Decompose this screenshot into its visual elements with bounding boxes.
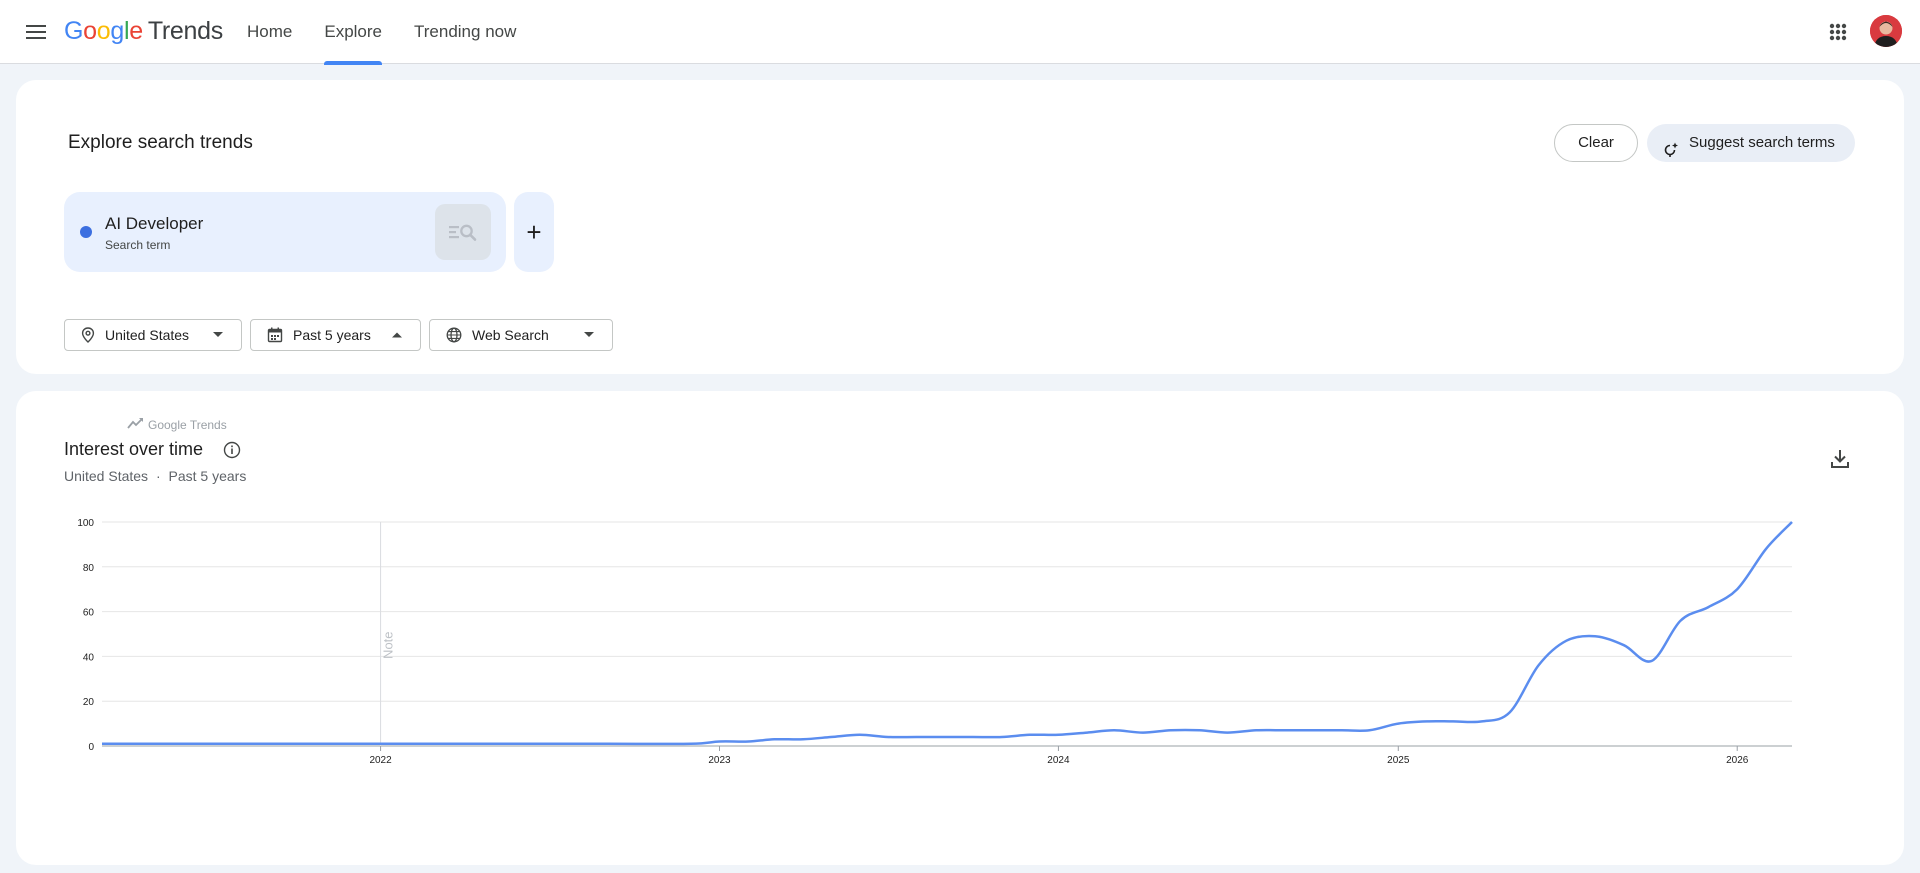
google-trends-watermark: Google Trends bbox=[127, 418, 227, 432]
chart-annotations: Note bbox=[380, 522, 396, 746]
x-tick-label-2025: 2025 bbox=[1387, 755, 1410, 766]
y-axis-ticks: 0 20 40 60 80 100 bbox=[77, 518, 94, 753]
clear-button[interactable]: Clear bbox=[1554, 124, 1638, 162]
suggest-search-terms-button[interactable]: Suggest search terms bbox=[1647, 124, 1855, 162]
interest-over-time-card: Interest over time United States · Past … bbox=[16, 391, 1904, 865]
apps-grid-icon[interactable] bbox=[1824, 18, 1852, 46]
term-color-dot bbox=[80, 226, 92, 238]
y-tick-label-0: 0 bbox=[88, 742, 94, 753]
google-trends-logo[interactable]: Google Trends bbox=[64, 17, 223, 46]
suggest-label: Suggest search terms bbox=[1689, 134, 1835, 151]
y-tick-label-100: 100 bbox=[77, 518, 94, 529]
hamburger-menu-icon[interactable] bbox=[20, 18, 52, 46]
chart-series bbox=[102, 521, 1793, 746]
series-line-0 bbox=[102, 521, 1793, 746]
watermark-label: Google Trends bbox=[148, 418, 227, 432]
search-property-label: Web Search bbox=[472, 327, 549, 343]
y-tick-label-60: 60 bbox=[83, 608, 95, 619]
search-list-icon bbox=[449, 224, 477, 241]
chart-gridlines bbox=[102, 521, 1792, 747]
explore-title: Explore search trends bbox=[68, 132, 253, 153]
main-nav: Home Explore Trending now bbox=[231, 0, 532, 65]
x-tick-label-2023: 2023 bbox=[708, 755, 731, 766]
x-axis-ticks: 2022 2023 2024 2025 2026 bbox=[369, 746, 1749, 766]
trend-arrow-icon bbox=[127, 418, 143, 429]
chevron-down-icon bbox=[584, 332, 594, 338]
search-property-filter[interactable]: Web Search bbox=[429, 319, 613, 351]
globe-icon bbox=[446, 327, 462, 343]
y-tick-label-80: 80 bbox=[83, 563, 95, 574]
top-app-bar: Google Trends Home Explore Trending now bbox=[0, 0, 1920, 65]
y-tick-label-20: 20 bbox=[83, 697, 95, 708]
tab-trending-now[interactable]: Trending now bbox=[398, 0, 532, 64]
term-name: AI Developer bbox=[105, 214, 204, 233]
x-tick-label-2026: 2026 bbox=[1726, 755, 1749, 766]
interest-chart: 0 20 40 60 80 100 2022 2023 2024 2025 2026 Note G… bbox=[77, 418, 1793, 766]
add-term-button[interactable]: + bbox=[514, 192, 554, 272]
term-type: Search term bbox=[105, 238, 171, 252]
avatar[interactable] bbox=[1870, 15, 1902, 47]
tab-home[interactable]: Home bbox=[231, 0, 308, 64]
search-term-chip[interactable]: AI Developer Search term bbox=[64, 192, 506, 272]
term-search-button[interactable] bbox=[435, 204, 491, 260]
location-label: United States bbox=[105, 327, 190, 343]
sparkle-pin-icon bbox=[1663, 135, 1679, 173]
location-filter[interactable]: United States bbox=[64, 319, 242, 351]
time-range-filter[interactable]: Past 5 years bbox=[250, 319, 421, 351]
time-range-label: Past 5 years bbox=[293, 327, 371, 343]
location-pin-icon bbox=[81, 327, 95, 343]
y-tick-label-40: 40 bbox=[83, 652, 95, 663]
x-tick-label-2024: 2024 bbox=[1047, 755, 1070, 766]
x-tick-label-2022: 2022 bbox=[369, 755, 392, 766]
explore-card: Explore search trends Clear Suggest sear… bbox=[16, 80, 1904, 374]
calendar-icon bbox=[267, 327, 283, 343]
note-label: Note bbox=[381, 631, 396, 658]
chevron-down-icon bbox=[213, 332, 223, 338]
chevron-up-icon bbox=[392, 332, 402, 338]
tab-explore[interactable]: Explore bbox=[308, 0, 398, 65]
